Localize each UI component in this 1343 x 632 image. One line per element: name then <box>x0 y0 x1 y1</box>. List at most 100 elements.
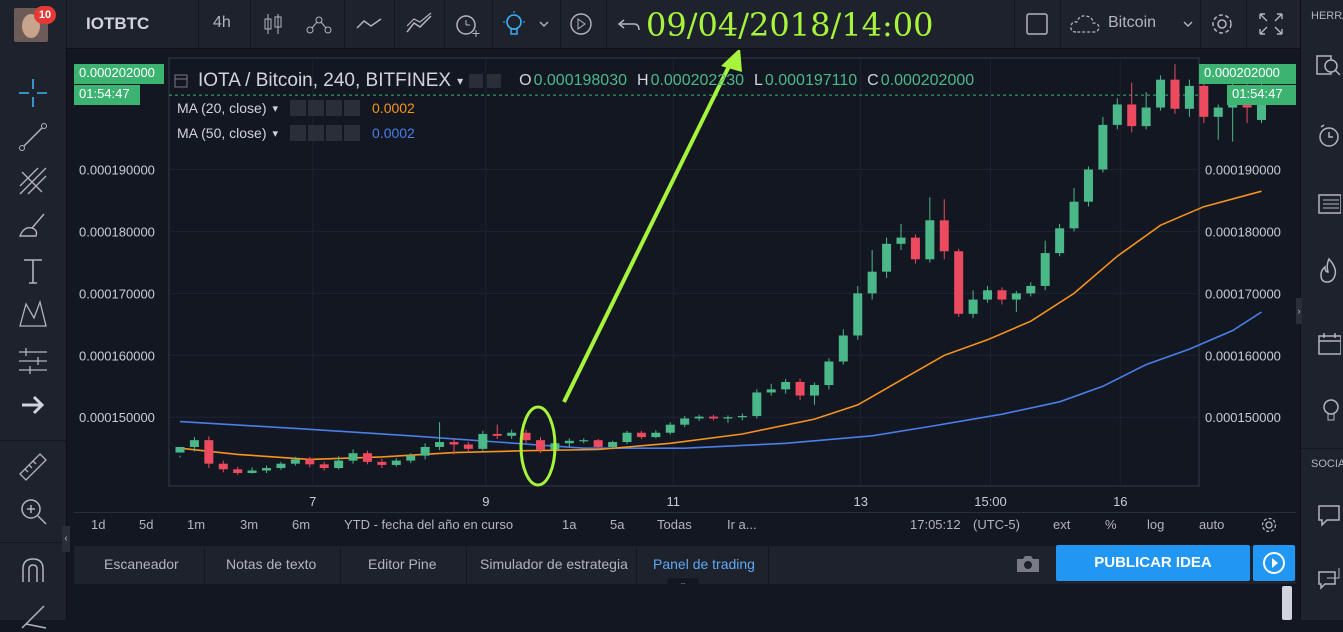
symbol-search-button[interactable]: IOTBTC <box>86 14 149 34</box>
log-toggle[interactable]: log <box>1147 517 1164 532</box>
candle-down <box>233 469 243 473</box>
candles-icon[interactable] <box>258 10 288 38</box>
range-all[interactable]: Todas <box>657 517 692 532</box>
range-1a[interactable]: 1a <box>562 517 576 532</box>
hotlist-fire-icon[interactable] <box>1313 256 1341 284</box>
chat-icon[interactable] <box>1313 500 1341 528</box>
cloud-layout-button[interactable]: Bitcoin <box>1068 10 1196 38</box>
candle-up <box>189 440 199 447</box>
crosshair-icon[interactable] <box>16 76 50 110</box>
tab-text-notes[interactable]: Notas de texto <box>226 556 316 572</box>
prediction-icon[interactable] <box>16 344 50 378</box>
collapse-left-handle[interactable]: ‹ <box>62 526 70 552</box>
settings-icon[interactable] <box>487 74 502 88</box>
undo-icon[interactable] <box>614 10 644 38</box>
add-icon[interactable] <box>326 100 343 116</box>
price-chart[interactable]: 0.000150000 0.000150000 0.000160000 0.00016… <box>74 48 1296 512</box>
gear-icon[interactable] <box>308 100 325 116</box>
x-tick-label: 7 <box>309 494 316 509</box>
close-icon[interactable] <box>344 125 361 141</box>
publish-idea-button[interactable]: PUBLICAR IDEA <box>1056 545 1250 581</box>
fullscreen-square-icon[interactable] <box>1022 10 1052 38</box>
countdown-tag-left: 01:54:47 <box>74 85 140 105</box>
brush-icon[interactable] <box>16 208 50 242</box>
magnet-icon[interactable] <box>16 554 50 588</box>
data-window-icon[interactable] <box>1313 190 1341 218</box>
legend-close-value: 0.000202000 <box>880 72 975 89</box>
pattern-icon[interactable] <box>16 298 50 332</box>
gear-icon[interactable] <box>1207 10 1237 38</box>
legend-title[interactable]: IOTA / Bitcoin, 240, BITFINEX <box>198 70 451 92</box>
range-5d[interactable]: 5d <box>139 517 153 532</box>
line-chart-icon[interactable] <box>354 10 384 38</box>
candle-down <box>1170 79 1180 109</box>
tab-pine-editor[interactable]: Editor Pine <box>368 556 436 572</box>
text-tool-icon[interactable] <box>16 254 50 288</box>
candle-up <box>579 440 589 442</box>
candle-up <box>435 442 445 447</box>
watchlist-search-icon[interactable] <box>1313 52 1341 80</box>
timezone[interactable]: (UTC-5) <box>973 517 1020 532</box>
range-6m[interactable]: 6m <box>292 517 310 532</box>
candle-up <box>1156 79 1166 108</box>
range-1m[interactable]: 1m <box>187 517 205 532</box>
range-ytd[interactable]: YTD - fecha del año en curso <box>344 517 513 532</box>
notification-badge: 10 <box>34 6 56 24</box>
trend-line-icon[interactable] <box>16 120 50 154</box>
auto-toggle[interactable]: auto <box>1199 517 1224 532</box>
close-icon[interactable] <box>344 100 361 116</box>
eye-icon[interactable] <box>469 74 484 88</box>
expand-icon[interactable] <box>1256 10 1286 38</box>
pitchfork-icon[interactable] <box>16 164 50 198</box>
private-chat-icon[interactable] <box>1313 564 1341 592</box>
ma50-label[interactable]: MA (50, close) <box>177 125 266 141</box>
collapse-right-handle[interactable]: › <box>1296 298 1302 324</box>
eye-icon[interactable] <box>290 125 307 141</box>
add-icon[interactable] <box>326 125 343 141</box>
tab-scanner[interactable]: Escaneador <box>104 556 179 572</box>
y-tick-label-right: 0.000160000 <box>1205 348 1281 363</box>
tab-trading-panel[interactable]: Panel de trading <box>653 556 755 572</box>
collapse-legend-icon[interactable] <box>174 74 188 88</box>
eye-icon[interactable] <box>290 100 307 116</box>
lock-drawings-icon[interactable] <box>16 598 50 632</box>
range-3m[interactable]: 3m <box>240 517 258 532</box>
alarm-clock-icon[interactable] <box>1313 122 1341 150</box>
play-button[interactable] <box>1253 545 1295 581</box>
chart-pane[interactable]: 0.000150000 0.000150000 0.000160000 0.00016… <box>74 48 1296 512</box>
candle-up <box>809 385 819 396</box>
ideas-lightbulb-icon[interactable] <box>500 10 530 38</box>
ext-toggle[interactable]: ext <box>1053 517 1070 532</box>
interval-button[interactable]: 4h <box>213 14 231 32</box>
zoom-in-icon[interactable] <box>16 494 50 528</box>
calendar-icon[interactable] <box>1313 330 1341 358</box>
candle-up <box>1083 169 1093 202</box>
panel-scrollbar[interactable] <box>1282 586 1292 620</box>
range-5a[interactable]: 5a <box>610 517 624 532</box>
candle-up <box>1112 104 1122 125</box>
ma20-label[interactable]: MA (20, close) <box>177 100 266 116</box>
candle-up <box>406 455 416 461</box>
go-to-date[interactable]: Ir a... <box>727 517 757 532</box>
alert-clock-icon[interactable] <box>452 10 482 38</box>
percent-toggle[interactable]: % <box>1105 517 1117 532</box>
camera-icon[interactable] <box>1015 553 1041 575</box>
tab-strategy-tester[interactable]: Simulador de estrategia <box>480 556 628 572</box>
candle-up <box>882 243 892 272</box>
ruler-icon[interactable] <box>16 450 50 484</box>
replay-icon[interactable] <box>566 10 596 38</box>
compare-icon[interactable] <box>404 10 434 38</box>
range-1d[interactable]: 1d <box>91 517 105 532</box>
candle-up <box>334 460 344 469</box>
candle-up <box>507 432 517 436</box>
gear-icon[interactable] <box>308 125 325 141</box>
ideas-stream-icon[interactable] <box>1313 396 1341 424</box>
chevron-down-icon[interactable] <box>534 10 554 38</box>
arrow-right-icon[interactable] <box>16 388 50 422</box>
candle-down <box>492 433 502 436</box>
candle-up <box>175 446 185 453</box>
gear-icon[interactable] <box>1260 516 1278 534</box>
candle-up <box>680 418 690 425</box>
y-tick-label-left: 0.000180000 <box>79 224 155 239</box>
indicators-icon[interactable] <box>304 10 334 38</box>
